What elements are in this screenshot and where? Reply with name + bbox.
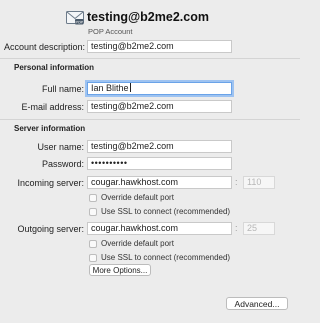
personal-info-heading: Personal information [14,63,95,72]
more-options-button[interactable]: More Options... [89,264,151,276]
section-divider [0,119,300,120]
full-name-value: Ian Blithe [91,83,129,93]
account-type-label: POP Account [88,27,133,36]
incoming-override-port-checkbox[interactable] [89,194,97,202]
envelope-icon: POP [66,11,84,25]
outgoing-override-port-checkbox[interactable] [89,240,97,248]
username-field[interactable]: testing@b2me2.com [87,140,232,153]
outgoing-server-field[interactable]: cougar.hawkhost.com [87,222,232,235]
outgoing-override-port-label: Override default port [101,239,174,248]
account-description-label: Account description: [4,42,86,52]
password-label: Password: [41,159,84,169]
incoming-port-field[interactable]: 110 [243,176,275,189]
text-caret [129,83,131,92]
incoming-server-label: Incoming server: [17,178,84,188]
full-name-field[interactable]: Ian Blithe [87,82,232,95]
outgoing-ssl-label: Use SSL to connect (recommended) [101,253,231,262]
account-description-field[interactable]: testing@b2me2.com [87,40,232,53]
outgoing-server-label: Outgoing server: [17,224,84,234]
full-name-label: Full name: [41,84,84,94]
incoming-server-field[interactable]: cougar.hawkhost.com [87,176,232,189]
outgoing-port-field[interactable]: 25 [243,222,275,235]
advanced-button[interactable]: Advanced... [226,297,288,310]
port-separator: : [235,223,238,233]
server-info-heading: Server information [14,124,86,133]
password-field[interactable]: •••••••••• [87,157,232,170]
account-email-title: testing@b2me2.com [87,10,209,24]
port-separator: : [235,177,238,187]
email-address-label: E-mail address: [21,102,84,112]
svg-text:POP: POP [75,20,83,24]
incoming-ssl-label: Use SSL to connect (recommended) [101,207,231,216]
outgoing-ssl-checkbox[interactable] [89,254,97,262]
username-label: User name: [37,142,84,152]
incoming-override-port-label: Override default port [101,193,174,202]
email-address-field[interactable]: testing@b2me2.com [87,100,232,113]
incoming-ssl-checkbox[interactable] [89,208,97,216]
section-divider [0,58,300,59]
